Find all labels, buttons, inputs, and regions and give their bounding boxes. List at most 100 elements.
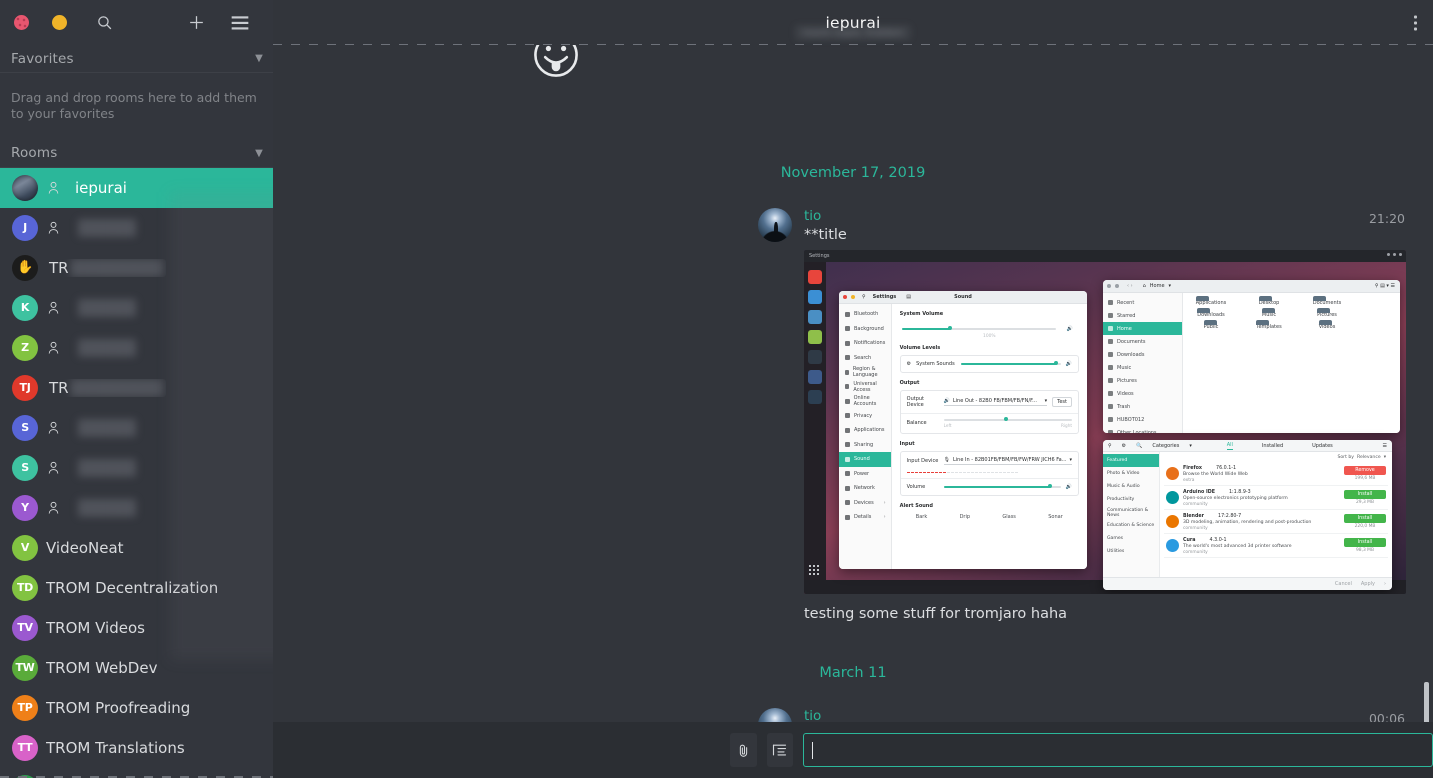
embedded-settings-item: Applications — [839, 423, 891, 438]
room-avatar: TJ — [12, 374, 38, 401]
embedded-settings-window: ⚲ Settings ▤ Sound Bluetooth Background No… — [839, 291, 1087, 569]
room-list-item[interactable]: TV TROM Videos — [0, 608, 273, 648]
embedded-alert-option: Sonar — [1048, 514, 1063, 520]
embedded-files-sidebar-item: Pictures — [1103, 374, 1182, 387]
embedded-files-sidebar-item: Videos — [1103, 387, 1182, 400]
embedded-section-alert-sound: Alert Sound — [899, 503, 933, 509]
embedded-tray-icons — [1387, 253, 1402, 256]
embedded-software-category: Utilities — [1107, 549, 1125, 554]
room-list-item[interactable]: J █████ — [0, 208, 273, 248]
room-avatar — [12, 174, 38, 201]
room-list-item[interactable]: Y █████ — [0, 488, 273, 528]
embedded-settings-item: Online Accounts — [839, 394, 891, 409]
rooms-title: Rooms — [11, 145, 58, 161]
embedded-tab-installed: Installed — [1261, 442, 1284, 449]
chevron-down-icon[interactable]: ▼ — [255, 53, 263, 64]
embedded-settings-item: Notifications — [839, 336, 891, 351]
message-image-caption: testing some stuff for tromjaro haha — [804, 606, 1068, 622]
embedded-files-sidebar-item: Other Locations — [1103, 426, 1182, 433]
search-icon[interactable] — [91, 10, 117, 36]
room-list-item[interactable]: TT TROM Translations — [0, 728, 273, 768]
room-avatar: Y — [12, 494, 38, 521]
room-avatar: TD — [12, 574, 38, 601]
message-input[interactable] — [803, 733, 1433, 767]
room-avatar: Z — [12, 334, 38, 361]
embedded-section-system-volume: System Volume — [899, 311, 944, 317]
add-room-icon[interactable] — [183, 10, 209, 36]
embedded-software-category: Featured — [1103, 454, 1159, 467]
timeline-scrollbar[interactable] — [1424, 682, 1429, 722]
embedded-software-category: Music & Audio — [1107, 484, 1140, 489]
minimize-button[interactable] — [52, 15, 67, 30]
embedded-input-level-meter — [906, 471, 1072, 473]
embedded-software-category: Productivity — [1107, 497, 1135, 502]
embedded-settings-item: Privacy — [839, 409, 891, 424]
room-list-item[interactable]: Z █████ — [0, 328, 273, 368]
embedded-files-sidebar-item: Documents — [1103, 335, 1182, 348]
embedded-app-grid-icon — [808, 564, 820, 576]
room-list-item[interactable]: TW TROM WebDev — [0, 648, 273, 688]
sidebar-toolbar — [0, 0, 273, 45]
message-image-attachment[interactable]: Settings ⚲ Settings ▤ Sound Bluetooth Ba… — [804, 250, 1406, 594]
embedded-settings-sidebar: Bluetooth Background Notifications Search Re… — [839, 304, 892, 569]
embedded-files-sidebar-item: Home — [1103, 322, 1182, 335]
date-separator: November 17, 2019 — [780, 165, 926, 181]
embedded-settings-item: Region & Language — [839, 365, 891, 380]
embedded-software-window: ⚲⚙🔍 Categories▾ All Installed Updates — [1103, 440, 1392, 590]
room-list-item[interactable]: TD TROM Decentralization — [0, 568, 273, 608]
message-sender[interactable]: tio — [804, 208, 1433, 225]
embedded-section-volume-levels: Volume Levels — [899, 345, 941, 351]
chevron-down-icon[interactable]: ▼ — [255, 148, 263, 159]
avatar[interactable] — [758, 208, 792, 242]
embedded-files-sidebar-item: Downloads — [1103, 348, 1182, 361]
redacted-room-name: ████████ — [70, 378, 163, 397]
hamburger-menu-icon[interactable] — [227, 10, 253, 36]
room-list-item[interactable]: TP TROM Proofreading — [0, 688, 273, 728]
rooms-section-header[interactable]: Rooms ▼ — [0, 140, 273, 168]
embedded-software-toolbar: ⚲⚙🔍 Categories▾ All Installed Updates — [1103, 440, 1392, 452]
embedded-output-device-label: Output Device — [906, 396, 925, 408]
embedded-files-window: ‹ › ⌂ Home ▾ ⚲ ▤ ▾ ☰ Recent Starred Home Do… — [1103, 280, 1400, 433]
embedded-files-sidebar-item: Starred — [1103, 309, 1182, 322]
embedded-alert-option: Glass — [1002, 514, 1016, 520]
embedded-settings-item: Sound — [839, 452, 891, 467]
room-avatar: TV — [12, 614, 38, 641]
person-icon — [47, 501, 67, 515]
room-name: TR ████████ — [49, 258, 163, 277]
embedded-settings-item: Power — [839, 467, 891, 482]
attach-file-icon[interactable] — [730, 733, 757, 767]
message-text: **title — [804, 227, 847, 243]
close-button[interactable] — [14, 15, 29, 30]
room-list-item[interactable]: ✋ TR ████████ — [0, 248, 273, 288]
embedded-system-sounds-slider — [961, 361, 1061, 366]
message-sender[interactable]: tio — [804, 708, 1433, 722]
message-timeline[interactable]: November 17, 2019 tio **title Settings ⚲… — [273, 45, 1433, 722]
embedded-files-sidebar: Recent Starred Home Documents Downloads Music… — [1103, 293, 1183, 433]
room-list: iepurai J █████ ✋ TR ████████ K █████ Z █████ TJ TR… — [0, 167, 273, 778]
formatting-icon[interactable] — [766, 733, 794, 767]
message-composer — [273, 722, 1433, 778]
embedded-dock — [804, 262, 826, 580]
room-name: iepurai — [75, 178, 127, 197]
room-avatar: S — [12, 414, 38, 441]
favorites-section-header[interactable]: Favorites ▼ — [0, 45, 273, 73]
room-list-item[interactable]: TJ TR ████████ — [0, 368, 273, 408]
person-icon — [47, 221, 67, 235]
room-list-item[interactable]: V VideoNeat — [0, 528, 273, 568]
embedded-tab-all: All — [1226, 441, 1233, 450]
embedded-settings-item: Sharing — [839, 438, 891, 453]
room-list-item[interactable]: S █████ — [0, 408, 273, 448]
room-list-item[interactable]: S █████ — [0, 448, 273, 488]
room-options-icon[interactable] — [1414, 15, 1417, 30]
avatar[interactable] — [758, 708, 792, 722]
embedded-software-category: Communication & News — [1107, 507, 1149, 518]
embedded-settings-item: Bluetooth — [839, 307, 891, 322]
embedded-folder-icon: Desktop — [1258, 300, 1280, 306]
embedded-settings-item: Search — [839, 351, 891, 366]
embedded-output-device-select: 🔊 Line Out - 82B0 FB/FBM/FB/FN/F... ▾ — [943, 398, 1048, 406]
room-avatar: ✋ — [12, 254, 38, 281]
room-list-item[interactable]: iepurai — [0, 167, 273, 208]
embedded-alert-option: Bark — [915, 514, 928, 520]
room-list-item[interactable]: K █████ — [0, 288, 273, 328]
embedded-software-app-row: Blender 17:2.80-7 3D modeling, animation, … — [1164, 510, 1388, 534]
